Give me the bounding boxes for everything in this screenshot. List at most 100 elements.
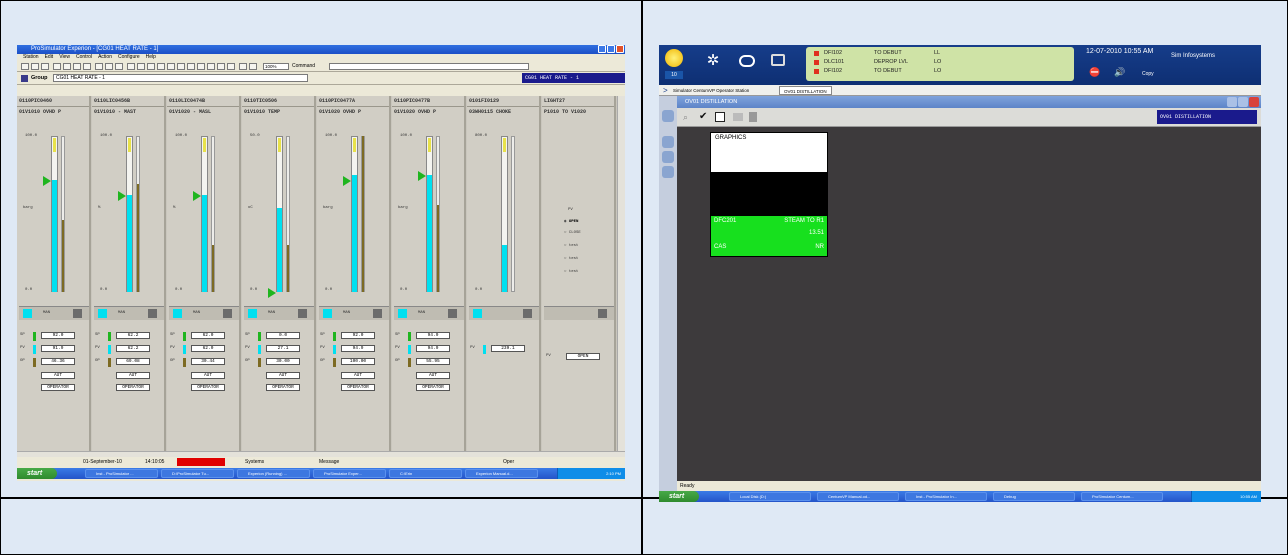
status-message[interactable]: Message (319, 457, 339, 467)
toolbar-button[interactable] (41, 63, 49, 70)
alarm-row[interactable]: DFI102 TO DEBUT LO (814, 67, 1074, 76)
toolbar-button[interactable] (115, 63, 123, 70)
faceplate[interactable]: 0110PIC0477B 01V1020 OVHD P 100.0 0.0 barg MA… (392, 96, 466, 451)
status-systems[interactable]: Systems (245, 457, 264, 467)
vertical-scrollbar[interactable] (617, 96, 625, 451)
toolbar-button[interactable] (105, 63, 113, 70)
setpoint-marker-icon[interactable] (43, 176, 51, 186)
graphics-box[interactable]: GRAPHICS (710, 132, 828, 173)
detail-icon[interactable] (373, 309, 382, 318)
menu-item[interactable]: Control (76, 54, 92, 60)
taskbar-item[interactable]: Debug (993, 492, 1075, 501)
faceplate[interactable]: LIGHT27 P1010 TO V1020 PV ◉ OPEN ○ CLOSE ○ te… (542, 96, 616, 451)
detail-icon[interactable] (148, 309, 157, 318)
maximize-icon[interactable] (607, 45, 615, 53)
menu-item[interactable]: Station (23, 54, 39, 60)
state-option[interactable]: ○ test (564, 244, 578, 248)
detail-icon[interactable] (448, 309, 457, 318)
toolbar-button[interactable] (147, 63, 155, 70)
inner-restore-icon[interactable] (1238, 97, 1248, 107)
command-input[interactable] (329, 63, 529, 70)
op-value[interactable]: 55.95 (416, 358, 450, 365)
tool-icon[interactable] (749, 112, 757, 122)
op-value[interactable]: 30.44 (191, 358, 225, 365)
toolbar-button[interactable] (157, 63, 165, 70)
zoom-select[interactable]: 100% (263, 63, 289, 70)
pv-value[interactable]: 91.9 (41, 345, 75, 352)
sp-value[interactable]: 0.0 (266, 332, 300, 339)
faceplate[interactable]: 0110LIC0456B 01V1010 - MAST 100.0 0.0% MAN SP… (92, 96, 166, 451)
owner-value[interactable]: OPERATOR (341, 384, 375, 391)
mode-value[interactable]: AUT (41, 372, 75, 379)
owner-value[interactable]: OPERATOR (116, 384, 150, 391)
toolbar-button[interactable] (31, 63, 39, 70)
state-option[interactable]: ○ CLOSE (564, 231, 581, 235)
taskbar-item[interactable]: Local Disk (D:) (729, 492, 811, 501)
mode-label[interactable]: MAN (268, 311, 275, 315)
checkmark-icon[interactable]: ✔ (699, 111, 707, 122)
pv-value[interactable]: 27.1 (266, 345, 300, 352)
close-icon[interactable] (616, 45, 624, 53)
op-value[interactable]: 30.00 (266, 358, 300, 365)
menu-item[interactable]: View (59, 54, 70, 60)
detail-icon[interactable] (598, 309, 607, 318)
faceplate[interactable]: 0110LIC0474B 01V1020 - MASL 100.0 0.0% MAN SP… (167, 96, 241, 451)
taskbar-item[interactable]: Inst - ProSimulator In... (905, 492, 987, 501)
owner-value[interactable]: OPERATOR (416, 384, 450, 391)
taskbar-item[interactable]: C:\Erin (389, 469, 462, 478)
alarm-list[interactable]: DFI102 TO DEBUT LL DLC101 DEPROP LVL LO DFI102… (806, 47, 1074, 81)
mode-label[interactable]: MAN (193, 311, 200, 315)
setpoint-marker-icon[interactable] (193, 191, 201, 201)
tab-operator-station[interactable]: Simulator CentumVP Operator Station (673, 87, 749, 94)
mode-value[interactable]: AUT (416, 372, 450, 379)
pv-value[interactable]: 62.2 (116, 345, 150, 352)
toolbar-button[interactable] (73, 63, 81, 70)
taskbar-item[interactable]: Inst - ProSimulator ... (85, 469, 158, 478)
speaker-icon[interactable]: 🔊 (1114, 67, 1125, 78)
faceplate[interactable]: 0110PIC0460 01V1010 OVHD P 100.0 0.0 barg MAN… (17, 96, 91, 451)
inner-close-icon[interactable] (1249, 97, 1259, 107)
sp-value[interactable]: 94.9 (416, 332, 450, 339)
taskbar-item[interactable]: CentumVP Manual.od... (817, 492, 899, 501)
alarm-row[interactable]: DLC101 DEPROP LVL LO (814, 58, 1074, 67)
process-alarm-icon[interactable]: ✲ (705, 53, 721, 69)
mode-value[interactable]: AUT (341, 372, 375, 379)
side-button-4[interactable] (662, 166, 674, 178)
pv-value[interactable]: 94.9 (416, 345, 450, 352)
side-button-1[interactable] (662, 110, 674, 122)
op-value[interactable]: 46.36 (41, 358, 75, 365)
detail-icon[interactable] (298, 309, 307, 318)
alarm-row[interactable]: DFI102 TO DEBUT LL (814, 49, 1074, 58)
alarm-indicator[interactable] (177, 458, 225, 466)
mode-value[interactable]: AUT (191, 372, 225, 379)
sp-value[interactable]: 92.0 (341, 332, 375, 339)
toolbar-button[interactable] (21, 63, 29, 70)
mode-label[interactable]: MAN (418, 311, 425, 315)
tab-distillation[interactable]: OV01 DISTILLATION (779, 86, 832, 95)
folder-icon[interactable] (733, 113, 743, 121)
alarm-bulb-icon[interactable] (665, 49, 683, 67)
menu-item[interactable]: Action (98, 54, 112, 60)
mode-label[interactable]: MAN (43, 311, 50, 315)
owner-value[interactable]: OPERATOR (266, 384, 300, 391)
search-icon[interactable]: ⌕ (683, 112, 688, 123)
sp-value[interactable]: 62.0 (191, 332, 225, 339)
menu-item[interactable]: Edit (45, 54, 54, 60)
operator-guide-icon[interactable] (739, 55, 755, 67)
state-option[interactable]: ◉ OPEN (564, 218, 578, 224)
message-icon[interactable] (771, 54, 785, 66)
toolbar-button[interactable] (167, 63, 175, 70)
taskbar-item[interactable]: Experion (Running) ... (237, 469, 310, 478)
taskbar-item[interactable]: Experion Manual.d... (465, 469, 538, 478)
toolbar-button[interactable] (227, 63, 235, 70)
setpoint-marker-icon[interactable] (343, 176, 351, 186)
sp-value[interactable]: 92.0 (41, 332, 75, 339)
mute-icon[interactable]: ⛔ (1089, 67, 1100, 78)
pv-value[interactable]: 94.9 (341, 345, 375, 352)
inner-minimize-icon[interactable] (1227, 97, 1237, 107)
owner-value[interactable]: OPERATOR (191, 384, 225, 391)
faceplate[interactable]: 0101FI0129 03WH0115 CHOKE 800.0 0.0 PV 239.1 (467, 96, 541, 451)
side-button-2[interactable] (662, 136, 674, 148)
toolbar-button[interactable] (217, 63, 225, 70)
setpoint-marker-icon[interactable] (418, 171, 426, 181)
